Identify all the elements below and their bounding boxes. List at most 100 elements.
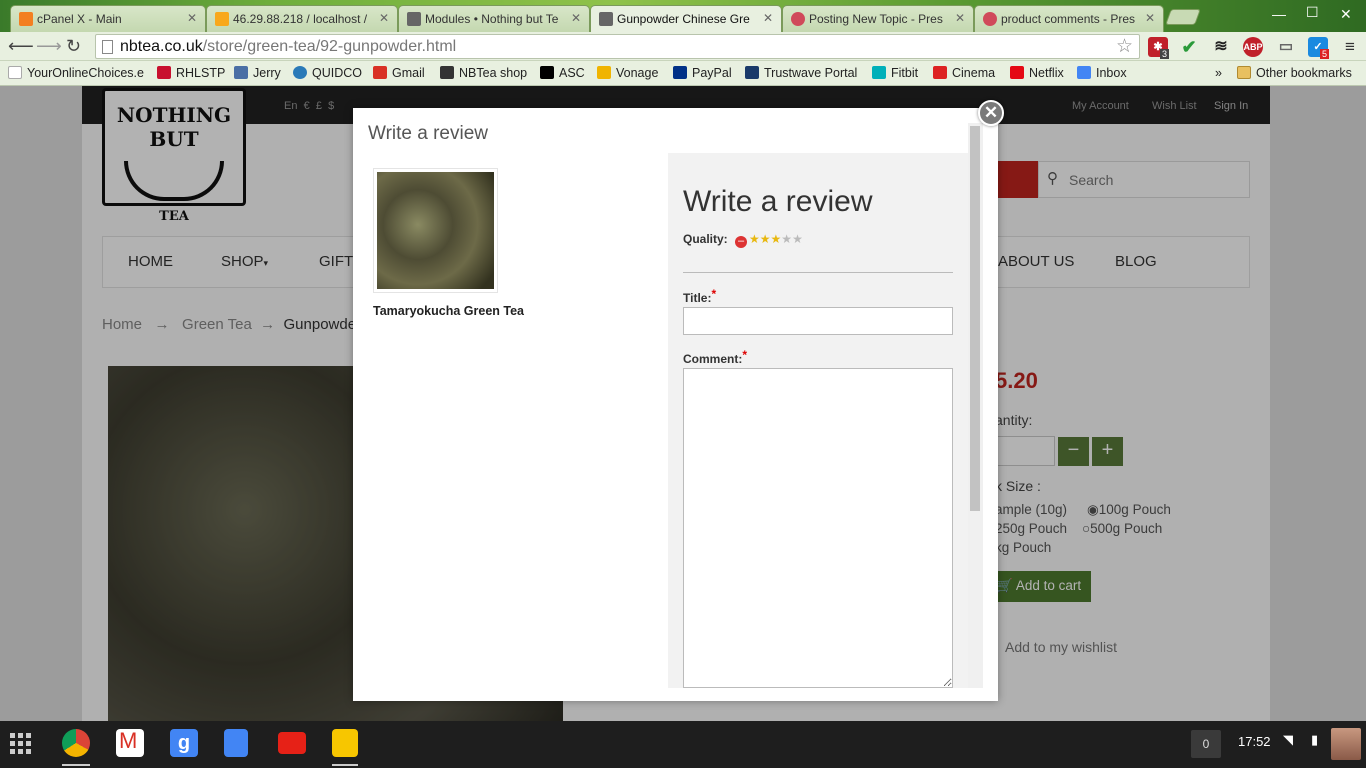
bookmark-inbox[interactable]: Inbox [1077, 66, 1127, 80]
title-label: Title:* [683, 287, 717, 305]
bookmark-netflix[interactable]: Netflix [1010, 66, 1064, 80]
back-icon[interactable]: ⟵ [8, 36, 34, 57]
fitbit-icon [872, 66, 886, 79]
other-bookmarks-folder[interactable]: Other bookmarks [1237, 66, 1352, 80]
cancel-rating-icon[interactable]: – [735, 236, 747, 248]
close-tab-icon[interactable]: ✕ [379, 11, 389, 25]
nbtea-favicon-icon [407, 12, 421, 26]
bookmarks-bar: YourOnlineChoices.e RHLSTP Jerry QUIDCO … [0, 61, 1366, 86]
star-filled-icon[interactable]: ★ [771, 232, 782, 246]
product-name: Tamaryokucha Green Tea [373, 304, 524, 318]
system-shelf: M g 0 17:52 ◥ ▮ [0, 721, 1366, 768]
tab-title: Modules • Nothing but Te [425, 12, 559, 26]
close-tab-icon[interactable]: ✕ [187, 11, 197, 25]
close-tab-icon[interactable]: ✕ [763, 11, 773, 25]
tab-posting-topic[interactable]: Posting New Topic - Pres ✕ [782, 5, 974, 32]
close-tab-icon[interactable]: ✕ [1145, 11, 1155, 25]
user-avatar[interactable] [1331, 728, 1361, 760]
app-launcher-icon[interactable] [10, 733, 32, 755]
google-search-app-icon[interactable]: g [170, 729, 198, 757]
star-filled-icon[interactable]: ★ [760, 232, 771, 246]
gmail-app-icon[interactable]: M [116, 728, 144, 757]
cast-icon[interactable]: ▭ [1276, 37, 1296, 57]
address-bar[interactable]: nbtea.co.uk/store/green-tea/92-gunpowder… [95, 34, 1140, 59]
star-filled-icon[interactable]: ★ [749, 232, 760, 246]
bookmarks-overflow-button[interactable]: » [1215, 66, 1222, 80]
keep-app-icon[interactable] [332, 729, 358, 757]
running-indicator [332, 764, 358, 766]
minimize-icon[interactable]: — [1272, 6, 1286, 22]
bookmark-cinema[interactable]: Cinema [933, 66, 995, 80]
tab-modules[interactable]: Modules • Nothing but Te ✕ [398, 5, 590, 32]
review-form-title: Write a review [683, 185, 873, 218]
battery-icon[interactable]: ▮ [1311, 732, 1318, 748]
adblock-extension-icon[interactable]: ABP [1243, 37, 1263, 57]
star-row: ★★★★★ [749, 232, 803, 246]
bookmark-nbtea-shop[interactable]: NBTea shop [440, 66, 527, 80]
gmail-icon [373, 66, 387, 79]
divider [683, 272, 953, 273]
quality-rating[interactable]: – ★★★★★ [735, 232, 803, 248]
tab-phpmyadmin[interactable]: 46.29.88.218 / localhost / ✕ [206, 5, 398, 32]
vonage-icon [597, 66, 611, 79]
prestashop-favicon-icon [983, 12, 997, 26]
review-comment-textarea[interactable] [683, 368, 953, 688]
close-modal-button[interactable]: ✕ [978, 100, 1004, 126]
tab-title: 46.29.88.218 / localhost / [233, 12, 368, 26]
forward-icon[interactable]: ⟶ [36, 36, 62, 57]
checkmark-extension-icon[interactable]: ✔ [1179, 37, 1199, 57]
extension-badge: 5 [1320, 49, 1330, 59]
docs-app-icon[interactable] [224, 729, 248, 757]
tab-cpanel[interactable]: cPanel X - Main ✕ [10, 5, 206, 32]
url-path: /store/green-tea/92-gunpowder.html [202, 38, 457, 55]
required-marker: * [711, 287, 717, 301]
star-empty-icon[interactable]: ★ [781, 232, 792, 246]
youtube-app-icon[interactable] [278, 732, 306, 754]
review-title-input[interactable] [683, 307, 953, 335]
page-icon [102, 40, 113, 54]
bookmark-asc[interactable]: ASC [540, 66, 585, 80]
review-form: Write a review Quality: – ★★★★★ Title:* C… [668, 153, 968, 688]
wifi-icon[interactable]: ◥ [1283, 732, 1293, 748]
tab-product-comments[interactable]: product comments - Pres ✕ [974, 5, 1164, 32]
reload-icon[interactable]: ↻ [66, 36, 81, 57]
bookmark-star-icon[interactable]: ☆ [1116, 35, 1133, 58]
scrollbar-thumb[interactable] [970, 126, 980, 511]
bookmark-fitbit[interactable]: Fitbit [872, 66, 918, 80]
bookmark-quidco[interactable]: QUIDCO [293, 66, 362, 80]
bookmark-favicon-icon [8, 66, 22, 79]
modal-scrollbar[interactable] [968, 123, 983, 688]
uk-flag-icon [157, 66, 171, 79]
close-tab-icon[interactable]: ✕ [955, 11, 965, 25]
chrome-app-icon[interactable] [62, 729, 90, 757]
trustwave-icon [745, 66, 759, 79]
notification-center-button[interactable]: 0 [1191, 730, 1221, 758]
bookmark-youronlinechoices[interactable]: YourOnlineChoices.e [8, 66, 144, 80]
tab-title: Gunpowder Chinese Gre [617, 12, 750, 26]
bookmark-gmail[interactable]: Gmail [373, 66, 425, 80]
netflix-icon [1010, 66, 1024, 79]
tab-gunpowder[interactable]: Gunpowder Chinese Gre ✕ [590, 5, 782, 32]
buffer-extension-icon[interactable]: ≋ [1211, 37, 1231, 57]
clock[interactable]: 17:52 [1238, 734, 1271, 749]
modal-title: Write a review [368, 123, 489, 144]
bookmark-jerry[interactable]: Jerry [234, 66, 281, 80]
window-close-icon[interactable]: ✕ [1340, 6, 1352, 23]
extension-badge: 3 [1160, 49, 1170, 59]
bookmark-rhlstp[interactable]: RHLSTP [157, 66, 225, 80]
amazon-icon [540, 66, 554, 79]
tab-title: Posting New Topic - Pres [809, 12, 943, 26]
maximize-icon[interactable]: ☐ [1306, 4, 1319, 21]
close-tab-icon[interactable]: ✕ [571, 11, 581, 25]
quality-label: Quality: [683, 232, 728, 246]
tab-title: product comments - Pres [1001, 12, 1136, 26]
bookmark-vonage[interactable]: Vonage [597, 66, 658, 80]
bookmark-trustwave[interactable]: Trustwave Portal [745, 66, 857, 80]
bookmark-favicon-icon [440, 66, 454, 79]
new-tab-button[interactable] [1165, 9, 1201, 25]
running-indicator [62, 764, 90, 766]
bookmark-paypal[interactable]: PayPal [673, 66, 732, 80]
comment-label: Comment:* [683, 348, 748, 366]
menu-icon[interactable]: ≡ [1340, 37, 1360, 57]
star-empty-icon[interactable]: ★ [792, 232, 803, 246]
